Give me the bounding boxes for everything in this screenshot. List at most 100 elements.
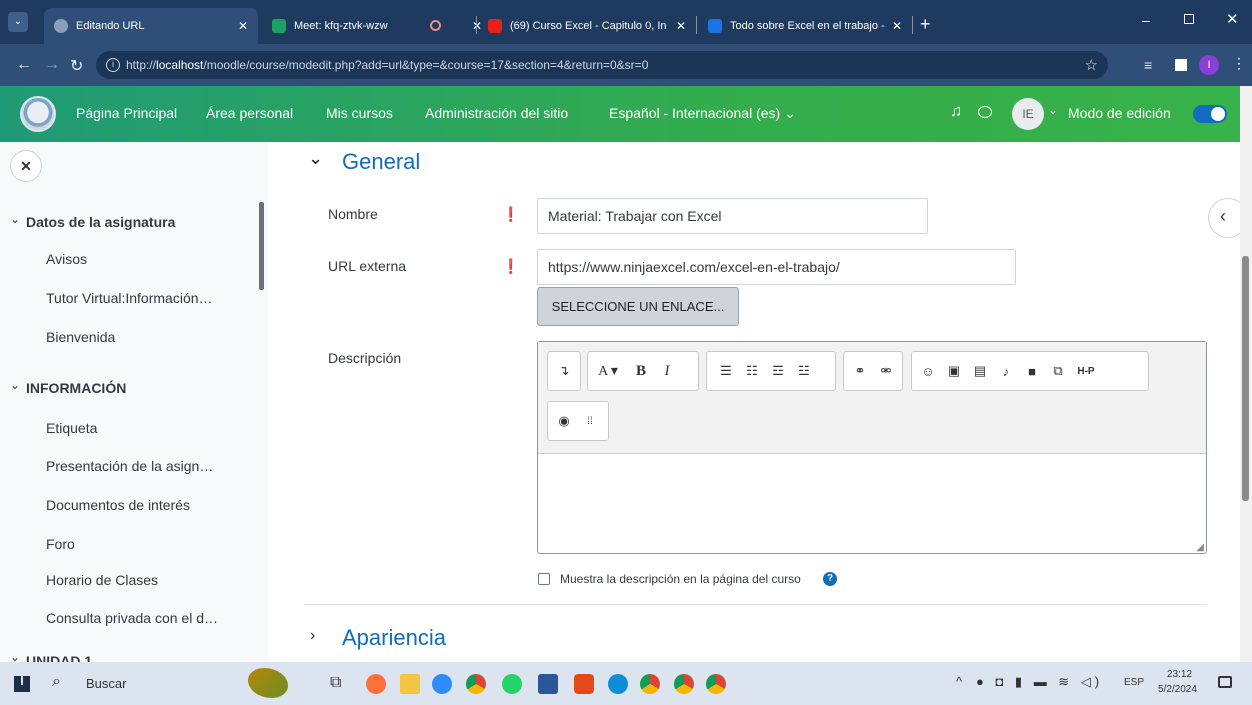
name-input[interactable]: Material: Trabajar con Excel (537, 198, 928, 234)
font-style-icon[interactable]: A ▾ (588, 363, 628, 380)
unordered-list-icon[interactable]: ☰ (713, 363, 739, 379)
description-textarea[interactable] (538, 455, 1206, 553)
nav-home-link[interactable]: Página Principal (76, 105, 177, 121)
task-view-icon[interactable]: ⧉ (330, 674, 341, 692)
close-drawer-button[interactable]: ✕ (10, 150, 42, 182)
bold-icon[interactable]: B (628, 363, 654, 380)
record-audio-icon[interactable]: ♪ (993, 364, 1019, 379)
nav-personal-link[interactable]: Área personal (206, 105, 293, 121)
notifications-bell-icon[interactable]: ♫ (950, 103, 962, 121)
tray-icons[interactable]: ● ◘ ▮ ▬ ≋ ◁) (976, 674, 1103, 690)
accessibility-checker-icon[interactable]: ◉ (551, 413, 577, 429)
close-icon[interactable]: ✕ (238, 19, 248, 33)
taskbar-search-label[interactable]: Buscar (86, 676, 126, 691)
section-general-heading[interactable]: General (342, 149, 420, 175)
image-icon[interactable]: ▣ (941, 363, 967, 379)
chrome-icon[interactable] (466, 674, 486, 694)
url-input[interactable]: i http://localhost/moodle/course/modedit… (96, 51, 1108, 79)
browser-menu-icon[interactable]: ⋮ (1232, 55, 1246, 72)
manage-files-icon[interactable]: ⧉ (1045, 363, 1071, 379)
butterfly-widget-icon[interactable] (248, 668, 288, 698)
sidebar-item-tutor-virtual[interactable]: Tutor Virtual:Información… (46, 290, 213, 306)
user-menu-chevron-icon[interactable]: ⌄ (1048, 103, 1058, 117)
tab-editando-url[interactable]: Editando URL ✕ (44, 8, 258, 44)
outdent-icon[interactable]: ☲ (765, 363, 791, 379)
whatsapp-icon[interactable] (502, 674, 522, 694)
search-icon[interactable]: ⌕ (52, 673, 61, 691)
indent-icon[interactable]: ☳ (791, 363, 817, 379)
emoji-icon[interactable]: ☺ (915, 364, 941, 379)
record-video-icon[interactable]: ■ (1019, 364, 1045, 379)
language-menu[interactable]: Español - Internacional (es) ⌄ (609, 105, 796, 122)
link-icon[interactable]: ⚭ (847, 363, 873, 379)
side-panel-icon[interactable] (1175, 59, 1187, 71)
new-tab-button[interactable]: + (920, 14, 931, 35)
chevron-down-icon[interactable]: ⌄ (10, 378, 20, 392)
profile-avatar[interactable]: I (1199, 55, 1219, 75)
nav-admin-link[interactable]: Administración del sitio (425, 105, 568, 121)
tab-search-button[interactable]: ⌄ (8, 12, 28, 32)
italic-icon[interactable]: I (654, 363, 680, 380)
resize-handle-icon[interactable]: ◢ (1196, 542, 1204, 553)
sidebar-item-foro[interactable]: Foro (46, 536, 75, 552)
restore-button[interactable] (1184, 14, 1194, 24)
chevron-down-icon[interactable]: ⌄ (10, 212, 20, 226)
nav-courses-link[interactable]: Mis cursos (326, 105, 393, 121)
tab-youtube[interactable]: (69) Curso Excel - Capitulo 0, In ✕ (478, 8, 696, 44)
show-description-checkbox[interactable] (538, 573, 550, 585)
screenreader-helper-icon[interactable]: ⁞⁞ (577, 416, 603, 427)
sidebar-item-bienvenida[interactable]: Bienvenida (46, 329, 115, 345)
external-url-input[interactable]: https://www.ninjaexcel.com/excel-en-el-t… (537, 249, 1016, 285)
minimize-button[interactable]: – (1142, 12, 1150, 28)
sidebar-item-consulta[interactable]: Consulta privada con el d… (46, 610, 218, 626)
zoom-icon[interactable] (432, 674, 452, 694)
word-icon[interactable] (538, 674, 558, 694)
clock-date[interactable]: 5/2/2024 (1158, 684, 1197, 695)
ordered-list-icon[interactable]: ☷ (739, 363, 765, 379)
chevron-right-icon[interactable]: › (310, 627, 315, 645)
chevron-down-icon[interactable]: ⌄ (10, 650, 20, 662)
select-link-button[interactable]: SELECCIONE UN ENLACE... (537, 287, 739, 326)
close-icon[interactable]: ✕ (676, 19, 686, 33)
section-unidad-1[interactable]: UNIDAD 1 (26, 653, 92, 662)
chevron-down-icon[interactable]: ⌄ (308, 148, 323, 169)
edit-mode-toggle[interactable] (1193, 105, 1227, 123)
app-icon[interactable] (574, 674, 594, 694)
show-description-label[interactable]: Muestra la descripción en la página del … (560, 572, 801, 586)
sidebar-item-presentacion[interactable]: Presentación de la asign… (46, 458, 213, 474)
tray-chevron-icon[interactable]: ^ (956, 674, 962, 689)
edge-icon[interactable] (608, 674, 628, 694)
sidebar-item-avisos[interactable]: Avisos (46, 251, 87, 267)
chrome-profile-icon[interactable] (674, 674, 694, 694)
sidebar-item-etiqueta[interactable]: Etiqueta (46, 420, 97, 436)
h5p-icon[interactable]: H-P (1071, 366, 1101, 377)
messages-icon[interactable] (978, 106, 992, 118)
section-datos-asignatura[interactable]: Datos de la asignatura (26, 214, 175, 230)
tab-meet[interactable]: Meet: kfq-ztvk-wzw ✕ (262, 8, 492, 44)
clock-time[interactable]: 23:12 (1167, 669, 1192, 680)
sidebar-item-documentos[interactable]: Documentos de interés (46, 497, 190, 513)
notifications-icon[interactable] (1218, 676, 1232, 688)
bookmark-star-icon[interactable]: ☆ (1085, 56, 1098, 74)
toolbar-toggle-icon[interactable]: ↴ (551, 363, 577, 379)
section-appearance-heading[interactable]: Apariencia (342, 625, 446, 651)
sidebar-scrollbar[interactable] (259, 202, 264, 290)
chrome-profile-icon[interactable] (706, 674, 726, 694)
close-window-button[interactable]: ✕ (1226, 10, 1239, 28)
info-icon[interactable]: i (106, 58, 120, 72)
reload-icon[interactable]: ↻ (70, 56, 83, 76)
page-scrollbar[interactable] (1240, 86, 1252, 662)
windows-start-icon[interactable] (14, 676, 30, 692)
section-informacion[interactable]: INFORMACIÓN (26, 380, 126, 396)
user-avatar[interactable]: IE (1012, 98, 1044, 130)
close-icon[interactable]: ✕ (892, 19, 902, 33)
media-icon[interactable]: ▤ (967, 363, 993, 379)
back-icon[interactable]: ← (16, 56, 32, 74)
chrome-profile-icon[interactable] (640, 674, 660, 694)
page-scrollbar-thumb[interactable] (1242, 256, 1249, 501)
forward-icon[interactable]: → (44, 56, 60, 74)
file-explorer-icon[interactable] (400, 674, 420, 694)
reading-list-icon[interactable]: ≡ (1144, 57, 1152, 73)
help-icon[interactable]: ? (823, 572, 837, 586)
language-indicator[interactable]: ESP (1124, 677, 1144, 688)
